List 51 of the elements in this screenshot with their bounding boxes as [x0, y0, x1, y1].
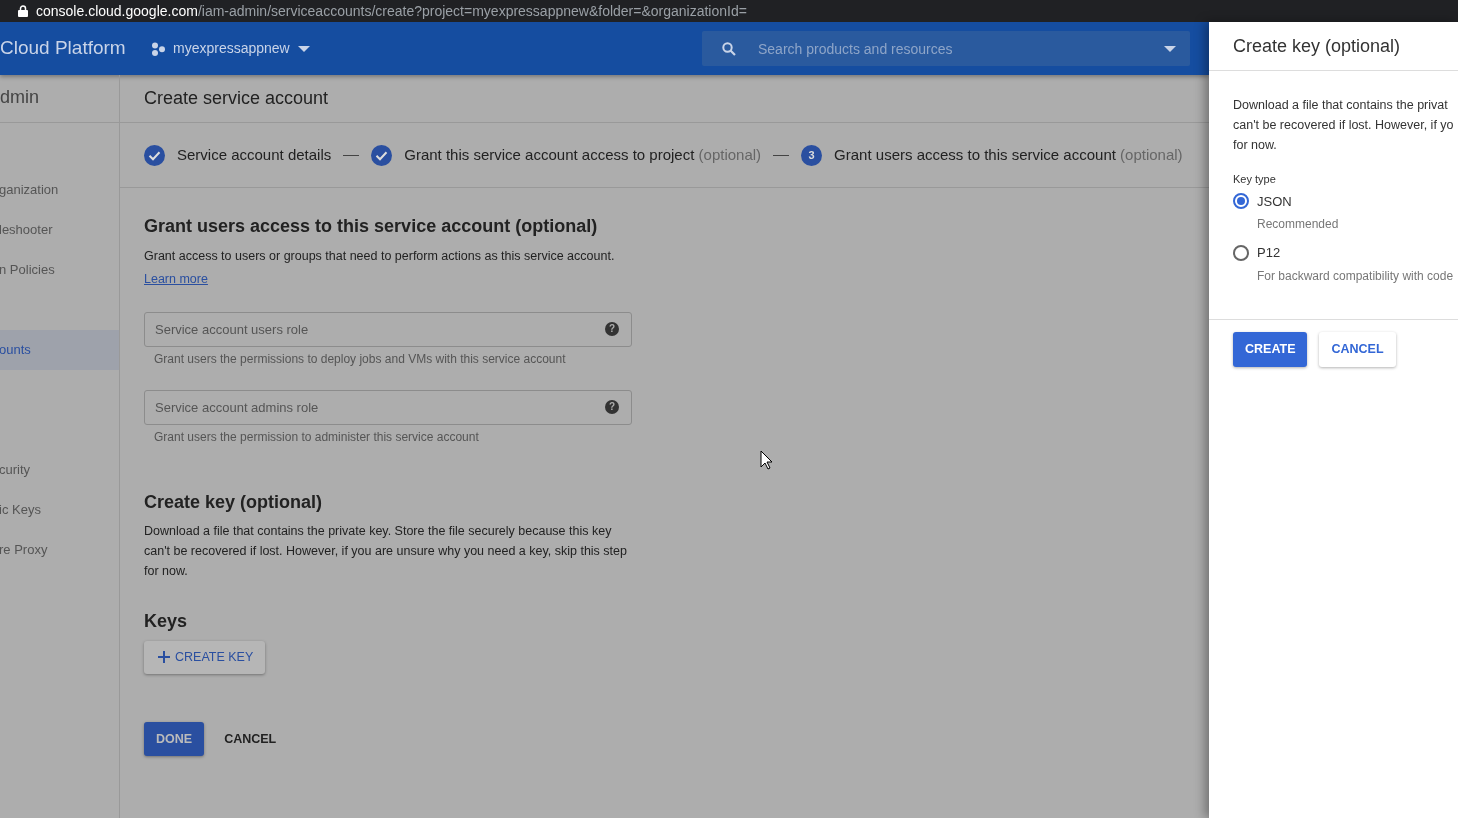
- radio-button[interactable]: [1233, 244, 1249, 261]
- address-bar[interactable]: console.cloud.google.com/iam-admin/serviceaccounts/create?project=myexpressappnew&folder=&organizationId=: [0, 0, 1458, 22]
- section-description: Grant access to users or groups that need to perform actions as this service account.: [144, 247, 616, 265]
- learn-more-link[interactable]: Learn more: [144, 268, 208, 289]
- caret-icon: [297, 45, 310, 52]
- project-selector[interactable]: myexpressappnew: [151, 38, 310, 59]
- dots-icon: [151, 41, 165, 56]
- option-hint: For backward compatibility with code: [1256, 267, 1455, 285]
- radio-button[interactable]: [1233, 193, 1249, 210]
- page-title: Create service account: [120, 75, 1209, 123]
- cancel-button[interactable]: CANCEL: [212, 721, 289, 757]
- step-connector: [773, 154, 790, 156]
- option-label[interactable]: P12: [1257, 243, 1281, 263]
- sidebar-item[interactable]: leshooter: [0, 210, 119, 250]
- sidebar-item[interactable]: ganization: [0, 170, 119, 210]
- description-line: for now.: [1233, 137, 1278, 154]
- option-label[interactable]: JSON: [1257, 191, 1292, 211]
- sidebar-title: dmin: [0, 75, 119, 123]
- section-description: Download a file that contains the private key. Store the file securely because this key can't be recovered if lost. However, if you are unsure why you need a key, skip this step for now.: [144, 523, 628, 581]
- url-text: console.cloud.google.com/iam-admin/serviceaccounts/create?project=myexpressappnew&folder=&organizationId=: [36, 1, 747, 21]
- cancel-button[interactable]: CANCEL: [1319, 332, 1396, 367]
- field-hint: Grant users the permissions to deploy jobs and VMs with this service account: [153, 350, 567, 368]
- caret-icon: [1164, 46, 1176, 52]
- panel-title: Create key (optional): [1209, 22, 1458, 71]
- search-field[interactable]: Search products and resources: [702, 31, 1190, 66]
- option-hint: Recommended: [1256, 216, 1340, 233]
- sidebar-item[interactable]: n Policies: [0, 250, 119, 290]
- description-line: can't be recovered if lost. However, if yo: [1233, 117, 1455, 134]
- mouse-pointer-icon: [760, 450, 773, 470]
- step-number: 3: [801, 144, 823, 166]
- section-heading: Grant users access to this service account (optional): [144, 216, 599, 238]
- done-button[interactable]: DONE: [144, 721, 205, 757]
- field-hint: Grant users the permission to administer this service account: [153, 428, 480, 446]
- step-label[interactable]: Grant users access to this service account (optional): [834, 143, 1183, 167]
- sidebar-item[interactable]: ounts: [0, 330, 119, 370]
- step-label[interactable]: Service account details: [177, 143, 332, 167]
- keys-heading: Keys: [144, 611, 189, 633]
- section-heading: Create key (optional): [144, 491, 324, 514]
- create-button[interactable]: CREATE: [1233, 332, 1308, 367]
- lock-icon: [18, 5, 28, 17]
- description-line: Download a file that contains the privat: [1233, 97, 1449, 114]
- sidebar-item[interactable]: ic Keys: [0, 490, 119, 530]
- product-name: Cloud Platform: [0, 36, 127, 61]
- create-key-button[interactable]: CREATE KEY: [144, 640, 266, 674]
- step-label[interactable]: Grant this service account access to project (optional): [404, 143, 762, 167]
- plus-icon: [158, 651, 170, 664]
- sidebar-item[interactable]: re Proxy: [0, 530, 119, 570]
- key-type-label: Key type: [1233, 172, 1277, 187]
- sidebar-item[interactable]: curity: [0, 450, 119, 490]
- search-icon: [722, 42, 736, 56]
- step-connector: [343, 154, 360, 156]
